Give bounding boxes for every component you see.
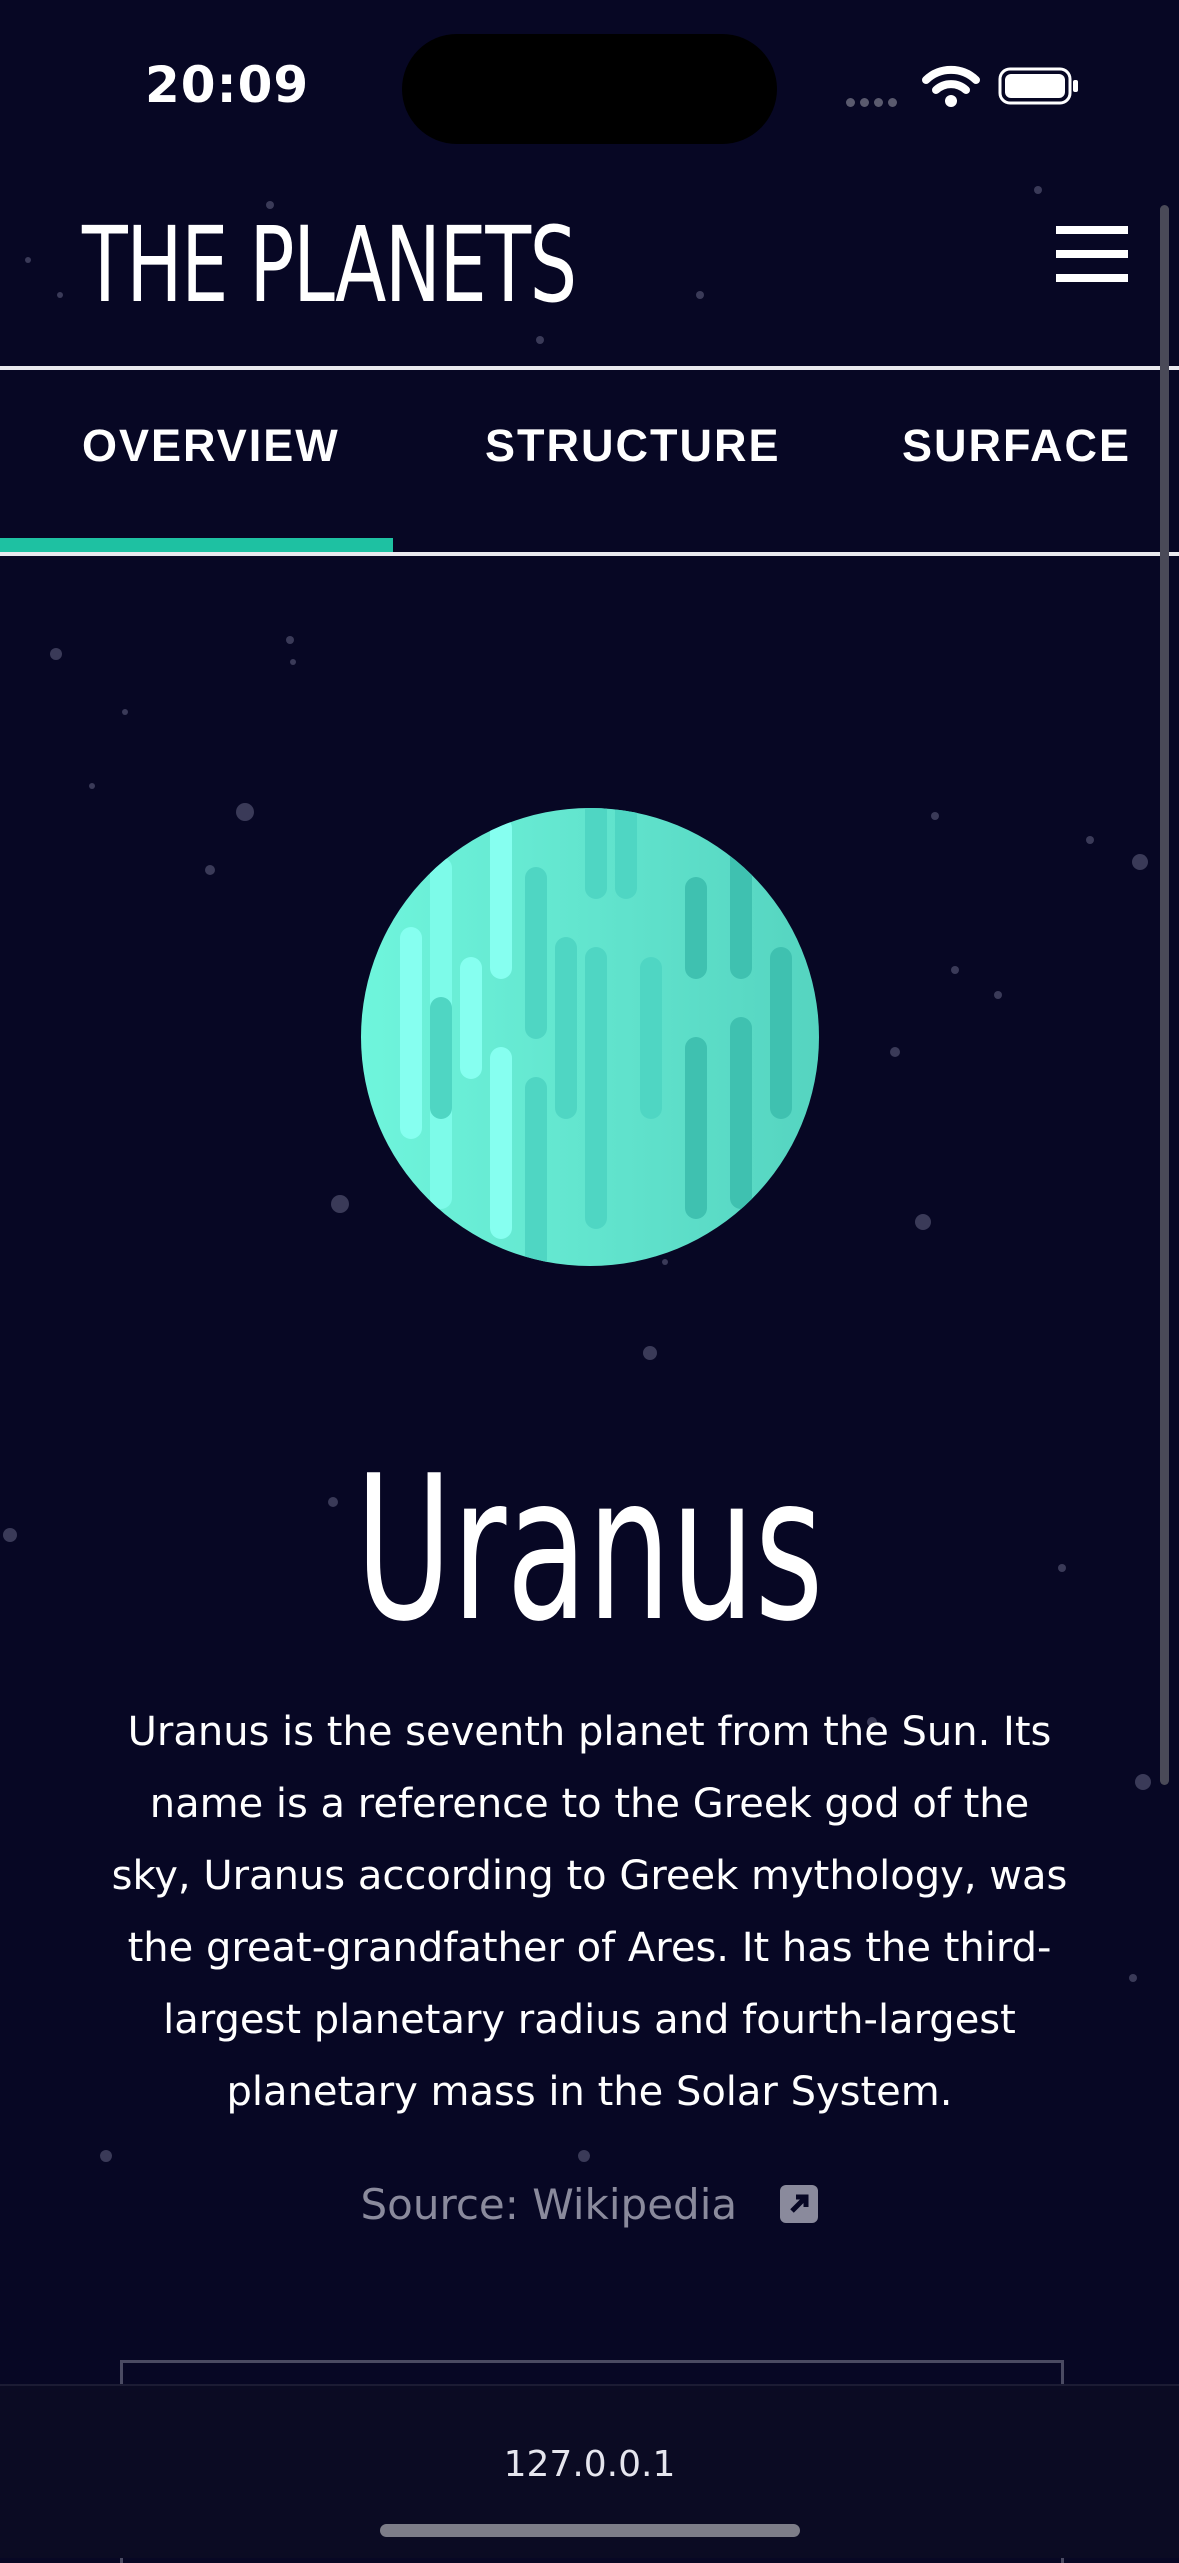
cellular-signal-icon bbox=[846, 94, 902, 112]
planet-name-text: Uranus bbox=[355, 1433, 824, 1666]
external-link-icon[interactable] bbox=[780, 2185, 819, 2223]
star bbox=[696, 291, 704, 299]
star bbox=[536, 336, 544, 344]
starfield-background bbox=[3, 186, 1151, 2162]
star bbox=[25, 257, 31, 263]
planet-description: Uranus is the seventh planet from the Su… bbox=[111, 1709, 1068, 2115]
star bbox=[205, 865, 215, 875]
star bbox=[578, 2150, 590, 2162]
dynamic-island bbox=[402, 34, 777, 144]
tabs-divider bbox=[0, 552, 1179, 556]
star bbox=[122, 709, 128, 715]
active-tab-indicator bbox=[0, 538, 393, 552]
header-divider bbox=[0, 366, 1179, 370]
star bbox=[915, 1214, 931, 1230]
uranus-planet-image bbox=[361, 808, 819, 1266]
star bbox=[951, 966, 959, 974]
star bbox=[931, 812, 939, 820]
source-label[interactable]: Source: Wikipedia bbox=[361, 2180, 738, 2229]
url-address[interactable]: 127.0.0.1 bbox=[0, 2444, 1179, 2485]
star bbox=[1086, 836, 1094, 844]
site-logo[interactable]: THE PLANETS bbox=[82, 200, 577, 330]
star bbox=[286, 636, 294, 644]
star bbox=[236, 803, 254, 821]
star bbox=[643, 1346, 657, 1360]
battery-icon bbox=[998, 67, 1078, 105]
status-time: 20:09 bbox=[145, 56, 310, 114]
star bbox=[331, 1195, 349, 1213]
source-link[interactable]: Source: Wikipedia bbox=[0, 2180, 1179, 2229]
star bbox=[89, 783, 95, 789]
star bbox=[290, 659, 296, 665]
home-indicator[interactable] bbox=[380, 2524, 800, 2537]
star bbox=[50, 648, 62, 660]
star bbox=[1034, 186, 1042, 194]
wifi-icon bbox=[922, 65, 980, 107]
star bbox=[1129, 1974, 1137, 1982]
star bbox=[100, 2150, 112, 2162]
page-scrollbar[interactable] bbox=[1160, 205, 1169, 1785]
star bbox=[1135, 1774, 1151, 1790]
star bbox=[994, 991, 1002, 999]
tab-overview[interactable]: OVERVIEW bbox=[82, 420, 340, 472]
tab-structure[interactable]: STRUCTURE bbox=[485, 420, 781, 472]
tab-surface[interactable]: SURFACE bbox=[902, 420, 1131, 472]
star bbox=[890, 1047, 900, 1057]
star bbox=[57, 292, 63, 298]
star bbox=[1132, 854, 1148, 870]
planet-name: Uranus bbox=[0, 1440, 1179, 1660]
browser-bottom-bar: 127.0.0.1 bbox=[0, 2384, 1179, 2558]
menu-icon[interactable] bbox=[1056, 226, 1132, 282]
